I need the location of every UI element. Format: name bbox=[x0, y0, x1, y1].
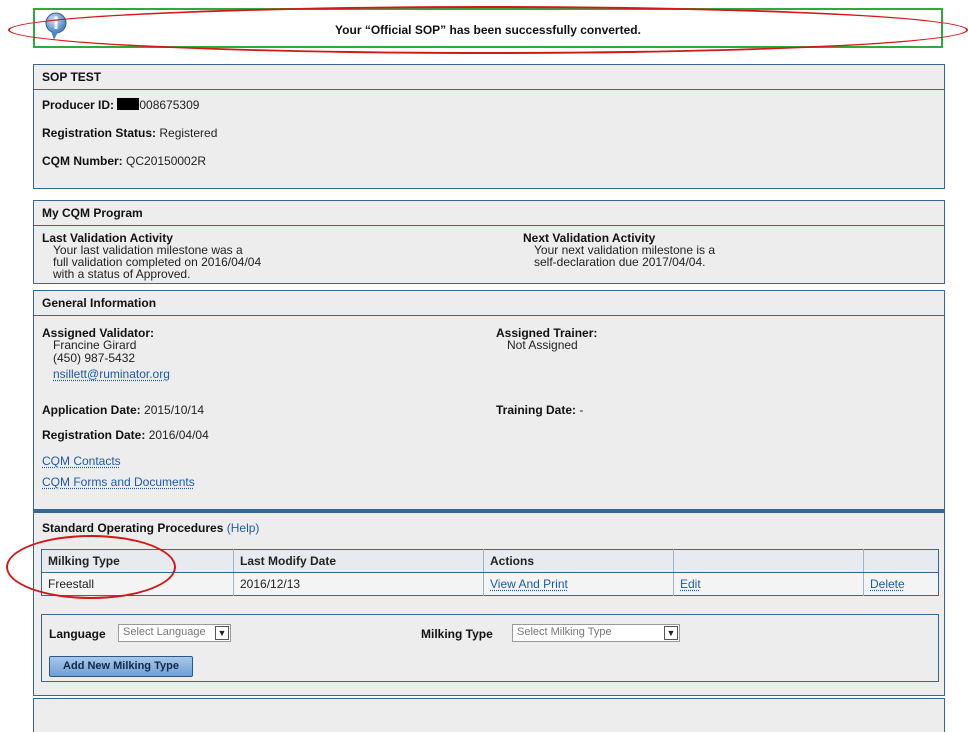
cqm-program-panel: My CQM Program Last Validation Activity … bbox=[33, 200, 945, 284]
registration-status-row: Registration Status: Registered bbox=[42, 126, 217, 140]
help-link[interactable]: (Help) bbox=[227, 521, 260, 535]
registration-date-label: Registration Date: bbox=[42, 428, 146, 442]
add-milking-type-form: Language Select Language ▼ Milking Type … bbox=[41, 614, 939, 682]
chevron-down-icon: ▼ bbox=[215, 626, 229, 640]
registration-status-value: Registered bbox=[159, 126, 218, 140]
col-actions: Actions bbox=[483, 549, 674, 573]
sop-table-header: Milking Type Last Modify Date Actions bbox=[41, 549, 939, 573]
success-notification: Your “Official SOP” has been successfull… bbox=[33, 8, 943, 48]
next-validation-line: self-declaration due 2017/04/04. bbox=[534, 255, 706, 269]
col-milking-type: Milking Type bbox=[41, 549, 234, 573]
application-date-label: Application Date: bbox=[42, 403, 141, 417]
add-new-milking-type-button[interactable]: Add New Milking Type bbox=[49, 656, 193, 677]
notification-message: Your “Official SOP” has been successfull… bbox=[335, 23, 641, 37]
cqm-program-title: My CQM Program bbox=[34, 201, 944, 226]
general-info-title: General Information bbox=[34, 291, 944, 316]
view-and-print-link[interactable]: View And Print bbox=[490, 577, 568, 591]
general-info-panel: General Information Assigned Validator: … bbox=[33, 290, 945, 510]
cqm-forms-link[interactable]: CQM Forms and Documents bbox=[42, 475, 195, 489]
col-blank bbox=[673, 549, 864, 573]
trainer-block: Assigned Trainer: Not Assigned bbox=[496, 327, 597, 351]
chevron-down-icon: ▼ bbox=[664, 626, 678, 640]
language-label: Language bbox=[49, 627, 106, 641]
table-row: Freestall 2016/12/13 View And Print Edit… bbox=[41, 572, 939, 596]
cell-last-modify: 2016/12/13 bbox=[233, 572, 484, 596]
producer-id-value: 008675309 bbox=[139, 98, 200, 112]
producer-id-row: Producer ID: 008675309 bbox=[42, 98, 199, 112]
cell-milking-type: Freestall bbox=[41, 572, 234, 596]
trainer-value: Not Assigned bbox=[507, 338, 578, 352]
next-validation-block: Next Validation Activity Your next valid… bbox=[523, 232, 715, 268]
empty-panel bbox=[33, 698, 945, 732]
language-select-value: Select Language bbox=[123, 626, 206, 638]
sop-table: Milking Type Last Modify Date Actions Fr… bbox=[41, 549, 939, 596]
application-date-row: Application Date: 2015/10/14 bbox=[42, 403, 204, 417]
sop-header: Standard Operating Procedures (Help) bbox=[42, 521, 259, 535]
col-blank bbox=[863, 549, 939, 573]
col-last-modify: Last Modify Date bbox=[233, 549, 484, 573]
cqm-number-row: CQM Number: QC20150002R bbox=[42, 154, 206, 168]
producer-title: SOP TEST bbox=[34, 65, 944, 90]
milking-type-label: Milking Type bbox=[421, 627, 493, 641]
edit-link[interactable]: Edit bbox=[680, 577, 701, 591]
redaction-bar bbox=[117, 98, 140, 110]
application-date-value: 2015/10/14 bbox=[144, 403, 205, 417]
delete-link[interactable]: Delete bbox=[870, 577, 905, 591]
cqm-number-label: CQM Number: bbox=[42, 154, 123, 168]
registration-date-row: Registration Date: 2016/04/04 bbox=[42, 428, 209, 442]
sop-title: Standard Operating Procedures bbox=[42, 521, 224, 535]
cqm-contacts-link[interactable]: CQM Contacts bbox=[42, 454, 121, 468]
language-select[interactable]: Select Language ▼ bbox=[118, 624, 231, 642]
validator-name: Francine Girard bbox=[53, 338, 137, 352]
validator-phone: (450) 987-5432 bbox=[53, 351, 136, 365]
last-validation-line: with a status of Approved. bbox=[53, 267, 191, 281]
milking-type-select-value: Select Milking Type bbox=[517, 626, 612, 638]
registration-status-label: Registration Status: bbox=[42, 126, 157, 140]
training-date-value: - bbox=[579, 403, 584, 417]
registration-date-value: 2016/04/04 bbox=[148, 428, 209, 442]
validator-block: Assigned Validator: Francine Girard (450… bbox=[42, 327, 170, 380]
producer-id-label: Producer ID: bbox=[42, 98, 115, 112]
last-validation-block: Last Validation Activity Your last valid… bbox=[42, 232, 261, 280]
sop-panel: Standard Operating Procedures (Help) Mil… bbox=[33, 510, 945, 696]
training-date-row: Training Date: - bbox=[496, 403, 583, 417]
producer-panel: SOP TEST Producer ID: 008675309 Registra… bbox=[33, 64, 945, 189]
validator-email-link[interactable]: nsillett@ruminator.org bbox=[53, 367, 170, 381]
milking-type-select[interactable]: Select Milking Type ▼ bbox=[512, 624, 680, 642]
cqm-number-value: QC20150002R bbox=[126, 154, 207, 168]
training-date-label: Training Date: bbox=[496, 403, 577, 417]
